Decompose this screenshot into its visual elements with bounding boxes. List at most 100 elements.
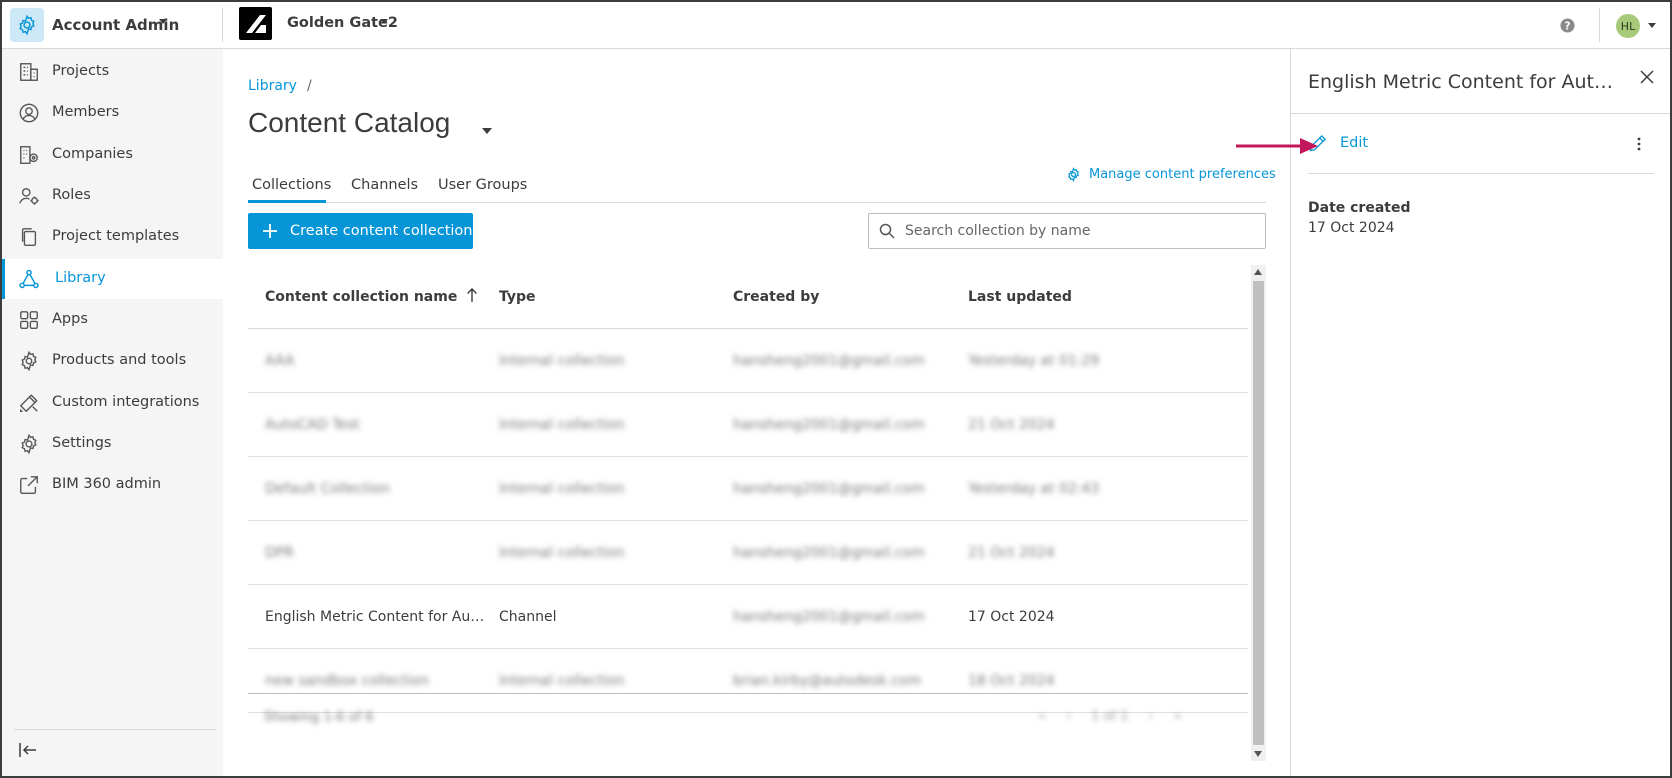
cell-created-by: hansheng2001@gmail.com: [733, 417, 925, 433]
sidebar-item-label: Library: [55, 270, 106, 286]
search-input[interactable]: [905, 223, 1245, 239]
user-circle-icon: [19, 103, 39, 123]
cell-type: Internal collection: [499, 417, 625, 433]
manage-content-preferences-link[interactable]: Manage content preferences: [1066, 167, 1276, 182]
library-icon: [19, 269, 39, 289]
table-row[interactable]: Default Collection Internal collection h…: [248, 457, 1248, 521]
sidebar-item-label: Projects: [52, 63, 110, 79]
search-icon: [879, 223, 895, 239]
sidebar-item-products-and-tools[interactable]: Products and tools: [2, 341, 223, 381]
column-header-name[interactable]: Content collection name: [265, 289, 457, 305]
cell-last-updated: 21 Oct 2024: [968, 545, 1055, 561]
close-icon[interactable]: [1639, 69, 1655, 85]
sidebar-item-label: Project templates: [52, 228, 180, 244]
cell-created-by: hansheng2001@gmail.com: [733, 609, 925, 625]
more-options-icon[interactable]: [1637, 137, 1641, 151]
sidebar-item-members[interactable]: Members: [2, 93, 223, 133]
tab-channels[interactable]: Channels: [351, 169, 418, 203]
breadcrumb-library-link[interactable]: Library: [248, 78, 297, 94]
building-icon: [20, 63, 38, 81]
scroll-down-arrow-icon[interactable]: [1254, 751, 1262, 757]
sidebar-item-custom-integrations[interactable]: Custom integrations: [2, 383, 223, 423]
search-collection-field[interactable]: [868, 213, 1266, 249]
account-settings-icon[interactable]: [10, 8, 44, 42]
showing-count: Showing 1-6 of 6: [264, 710, 374, 725]
sidebar-item-projects[interactable]: Projects: [2, 52, 223, 92]
external-link-icon: [20, 476, 38, 494]
column-header-last-updated[interactable]: Last updated: [968, 289, 1072, 305]
cell-type: Internal collection: [499, 673, 625, 689]
column-header-created-by[interactable]: Created by: [733, 289, 819, 305]
help-icon[interactable]: ?: [1560, 18, 1575, 33]
table-row[interactable]: AAA Internal collection hansheng2001@gma…: [248, 329, 1248, 393]
cell-created-by: hansheng2001@gmail.com: [733, 545, 925, 561]
sidebar-item-project-templates[interactable]: Project templates: [2, 217, 223, 257]
column-header-type[interactable]: Type: [499, 289, 536, 305]
divider: [14, 729, 216, 730]
sidebar-item-label: Products and tools: [52, 352, 187, 368]
cell-name: DPR: [265, 545, 294, 561]
chevron-down-icon[interactable]: [1647, 22, 1657, 30]
gear-icon: [1068, 167, 1079, 182]
cell-last-updated: 21 Oct 2024: [968, 417, 1055, 433]
sidebar-item-settings[interactable]: Settings: [2, 424, 223, 464]
cell-created-by: hansheng2001@gmail.com: [733, 481, 925, 497]
scroll-thumb[interactable]: [1253, 281, 1264, 745]
cell-created-by: brian.kirby@autodesk.com: [733, 673, 922, 689]
apps-grid-icon: [20, 311, 38, 329]
panel-title: English Metric Content for Auto...: [1308, 71, 1618, 93]
table-row[interactable]: AutoCAD Test Internal collection hanshen…: [248, 393, 1248, 457]
first-page-icon[interactable]: «: [1038, 709, 1046, 724]
scroll-up-arrow-icon[interactable]: [1254, 269, 1262, 275]
sidebar-item-companies[interactable]: Companies: [2, 135, 223, 175]
user-gear-icon: [19, 187, 39, 205]
page-title: Content Catalog: [248, 107, 451, 138]
sidebar-item-label: Apps: [52, 311, 88, 327]
cell-name: AutoCAD Test: [265, 417, 360, 433]
chevron-down-icon[interactable]: [158, 18, 168, 26]
plus-icon: [263, 224, 277, 238]
chevron-down-icon[interactable]: [379, 18, 389, 26]
sidebar-item-label: BIM 360 admin: [52, 476, 162, 492]
cell-created-by: hansheng2001@gmail.com: [733, 353, 925, 369]
cell-type: Channel: [499, 609, 557, 625]
last-page-icon[interactable]: »: [1174, 709, 1182, 724]
copy-icon: [21, 228, 37, 246]
create-content-collection-button[interactable]: Create content collection: [248, 213, 473, 249]
cell-name: Default Collection: [265, 481, 390, 497]
table-footer: Showing 1-6 of 6 « ‹ 1 of 1 › »: [248, 693, 1248, 741]
user-avatar[interactable]: HL: [1616, 14, 1640, 38]
cell-last-updated: Yesterday at 02:43: [968, 481, 1100, 497]
table-row-selected[interactable]: English Metric Content for Auto... Chann…: [248, 585, 1248, 649]
chevron-down-icon[interactable]: [481, 127, 493, 135]
sidebar-item-bim-360-admin[interactable]: BIM 360 admin: [2, 465, 223, 505]
page-indicator: 1 of 1: [1091, 709, 1129, 724]
sidebar-item-roles[interactable]: Roles: [2, 176, 223, 216]
divider: [1308, 173, 1654, 174]
tools-icon: [19, 394, 38, 413]
collapse-sidebar-icon[interactable]: [18, 741, 38, 759]
tab-user-groups[interactable]: User Groups: [438, 169, 527, 203]
table-row[interactable]: DPR Internal collection hansheng2001@gma…: [248, 521, 1248, 585]
main-content: Library / Content Catalog Collections Cha…: [223, 49, 1290, 776]
breadcrumb-separator: /: [306, 78, 312, 94]
cell-type: Internal collection: [499, 545, 625, 561]
sidebar-item-library[interactable]: Library: [2, 259, 223, 299]
create-button-label: Create content collection: [290, 223, 473, 239]
sidebar-item-apps[interactable]: Apps: [2, 300, 223, 340]
cell-name: English Metric Content for Auto...: [265, 609, 485, 625]
gear-icon: [21, 350, 37, 372]
cell-type: Internal collection: [499, 353, 625, 369]
cell-type: Internal collection: [499, 481, 625, 497]
divider: [1599, 8, 1600, 42]
sort-ascending-icon[interactable]: [466, 287, 478, 303]
table-scrollbar[interactable]: [1251, 265, 1266, 761]
autodesk-logo-icon: [239, 7, 272, 40]
divider: [222, 8, 223, 42]
date-created-value: 17 Oct 2024: [1308, 220, 1395, 236]
edit-label: Edit: [1340, 135, 1369, 151]
tab-collections[interactable]: Collections: [248, 169, 331, 203]
collections-table: Content collection name Type Created by …: [248, 265, 1266, 761]
next-page-icon[interactable]: ›: [1149, 709, 1154, 724]
prev-page-icon[interactable]: ‹: [1066, 709, 1071, 724]
